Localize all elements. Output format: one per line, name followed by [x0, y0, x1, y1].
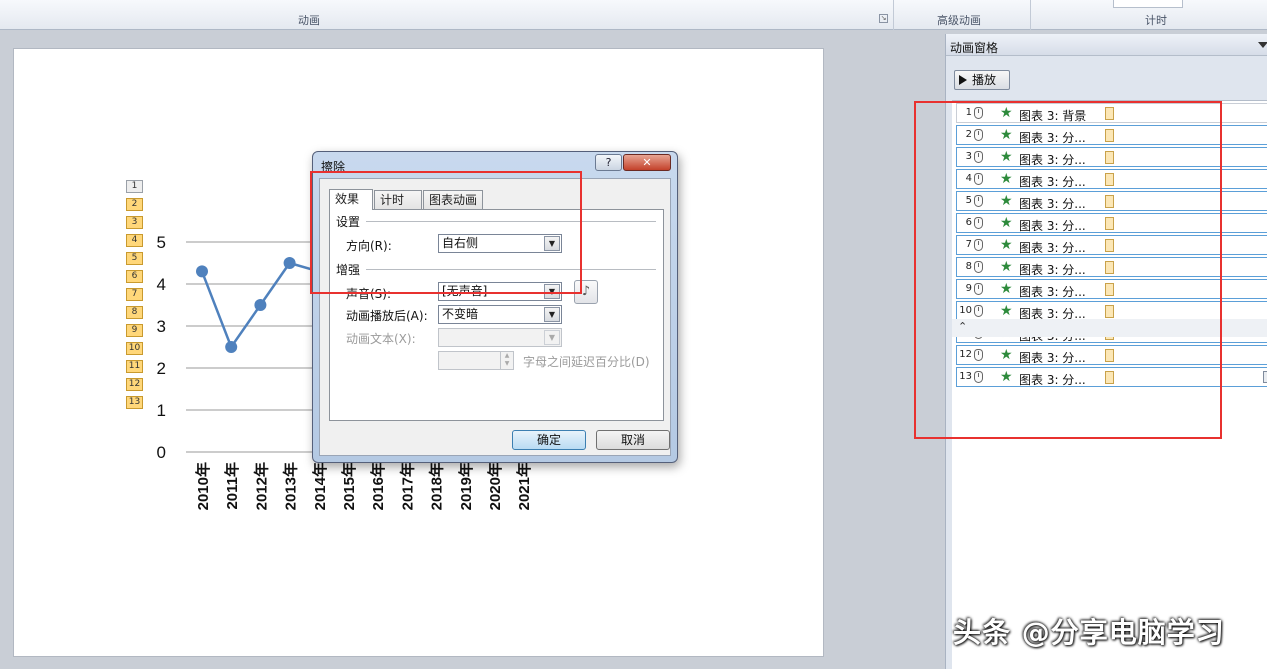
x-tick-label: 2010年	[194, 462, 212, 510]
y-tick-label: 5	[157, 233, 166, 252]
play-button-label: 播放	[972, 73, 997, 87]
y-tick-label: 2	[157, 359, 166, 378]
close-button[interactable]: ✕	[623, 154, 671, 171]
x-tick-label: 2021年	[515, 462, 533, 510]
y-tick-label: 1	[157, 401, 166, 420]
x-tick-label: 2015年	[340, 462, 358, 510]
chevron-down-icon[interactable]: ▼	[544, 307, 560, 322]
after-animation-select[interactable]: 不变暗 ▼	[438, 305, 562, 324]
y-tick-label: 0	[157, 443, 166, 462]
data-point	[196, 265, 208, 278]
ribbon-timing-input[interactable]	[1113, 0, 1183, 8]
pane-header: 动画窗格	[946, 34, 1267, 56]
watermark: 头条 @分享电脑学习	[953, 616, 1225, 649]
ribbon-group-advanced-animation-label: 高级动画	[937, 14, 981, 27]
pane-title: 动画窗格	[950, 41, 999, 55]
animate-text-label: 动画文本(X):	[346, 332, 416, 346]
ribbon: 动画 ↘ 高级动画 计时	[0, 0, 1267, 30]
item-dropdown-button[interactable]	[1263, 371, 1267, 383]
x-tick-label: 2018年	[428, 462, 446, 510]
chevron-down-icon[interactable]	[1258, 42, 1267, 48]
play-button[interactable]: 播放	[954, 70, 1010, 90]
ribbon-separator	[1030, 0, 1031, 30]
x-tick-label: 2014年	[311, 462, 329, 510]
play-icon	[959, 75, 967, 85]
ribbon-separator	[893, 0, 894, 30]
x-tick-label: 2011年	[223, 462, 241, 510]
ribbon-group-timing-label: 计时	[1145, 14, 1167, 27]
data-point	[225, 341, 238, 353]
x-tick-label: 2019年	[457, 462, 475, 510]
data-point	[283, 257, 296, 269]
data-point	[254, 299, 267, 311]
after-animation-value: 不变暗	[442, 307, 479, 321]
chevron-down-icon: ▼	[544, 330, 560, 345]
y-tick-label: 3	[157, 317, 166, 336]
x-tick-label: 2017年	[398, 462, 416, 510]
x-tick-label: 2016年	[369, 462, 387, 510]
x-tick-label: 2020年	[486, 462, 504, 510]
highlight-box-animation-list	[914, 101, 1222, 439]
x-tick-label: 2013年	[282, 462, 300, 510]
tab-effect[interactable]: 效果	[329, 189, 373, 210]
letter-delay-spinner: ▲ ▼	[438, 351, 514, 370]
cancel-button[interactable]: 取消	[596, 430, 670, 450]
animate-text-select: ▼	[438, 328, 562, 347]
dialog-launcher-icon[interactable]: ↘	[879, 14, 888, 23]
ok-button[interactable]: 确定	[512, 430, 586, 450]
spinner-arrows-icon: ▲ ▼	[500, 352, 513, 369]
x-tick-label: 2012年	[252, 462, 270, 510]
after-animation-label: 动画播放后(A):	[346, 309, 428, 323]
ribbon-group-animation-label: 动画	[298, 14, 320, 27]
help-button[interactable]: ?	[595, 154, 622, 171]
letter-delay-label: 字母之间延迟百分比(D)	[523, 355, 650, 369]
y-tick-label: 4	[157, 275, 166, 294]
